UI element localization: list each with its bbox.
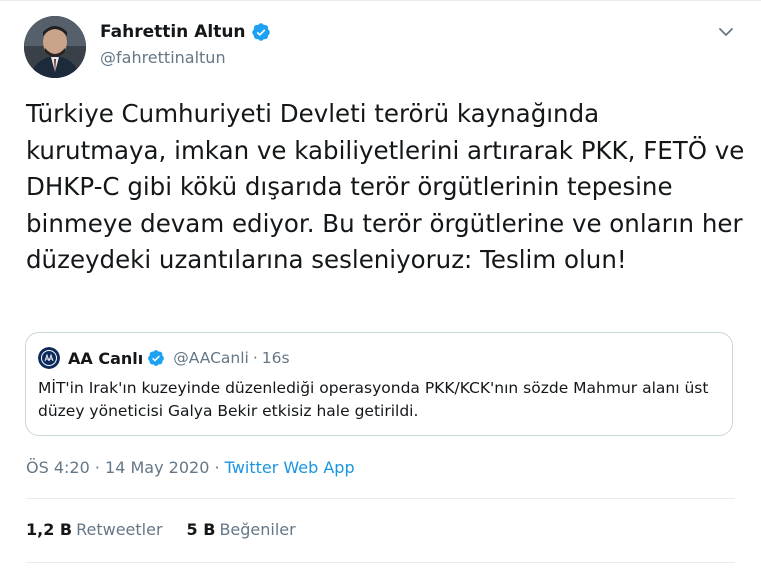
quoted-timestamp[interactable]: 16s — [262, 349, 290, 367]
retweets-stat[interactable]: 1,2 B Retweetler — [26, 520, 163, 539]
verified-badge-icon — [148, 350, 165, 366]
quoted-author-handle[interactable]: @AACanli — [173, 349, 249, 367]
verified-badge-icon — [251, 23, 270, 41]
divider — [26, 562, 735, 563]
top-border — [0, 0, 761, 1]
author-handle[interactable]: @fahrettinaltun — [100, 48, 226, 67]
chevron-down-icon[interactable] — [716, 22, 736, 42]
quoted-separator: · — [252, 349, 258, 367]
tweet-source-link[interactable]: Twitter Web App — [225, 458, 355, 477]
tweet-card: Fahrettin Altun @fahrettinaltun Türkiye … — [0, 0, 761, 568]
quoted-header: AA Canlı @AACanli · 16s — [38, 347, 290, 369]
likes-stat[interactable]: 5 B Beğeniler — [187, 520, 296, 539]
retweets-count: 1,2 B — [26, 520, 73, 539]
divider — [26, 498, 735, 499]
author-name-row[interactable]: Fahrettin Altun — [100, 22, 271, 42]
likes-label: Beğeniler — [219, 520, 296, 539]
quoted-text: MİT'in Irak'ın kuzeyinde düzenlediği ope… — [38, 379, 709, 420]
aa-logo-icon — [38, 347, 60, 369]
quoted-tweet[interactable]: AA Canlı @AACanli · 16s MİT'in Irak'ın k… — [25, 332, 733, 436]
tweet-text: Türkiye Cumhuriyeti Devleti terörü kayna… — [26, 99, 745, 274]
author-name[interactable]: Fahrettin Altun — [100, 22, 246, 42]
meta-separator: · — [214, 458, 220, 477]
tweet-meta: ÖS 4:20 · 14 May 2020 · Twitter Web App — [26, 458, 355, 477]
avatar[interactable] — [24, 16, 86, 78]
engagement-stats: 1,2 B Retweetler 5 B Beğeniler — [26, 520, 320, 539]
tweet-date[interactable]: 14 May 2020 — [105, 458, 209, 477]
tweet-time[interactable]: ÖS 4:20 — [26, 458, 90, 477]
retweets-label: Retweetler — [76, 520, 163, 539]
likes-count: 5 B — [186, 520, 216, 539]
quoted-author-name[interactable]: AA Canlı — [68, 349, 143, 368]
meta-separator: · — [94, 458, 100, 477]
avatar-image — [24, 16, 86, 78]
